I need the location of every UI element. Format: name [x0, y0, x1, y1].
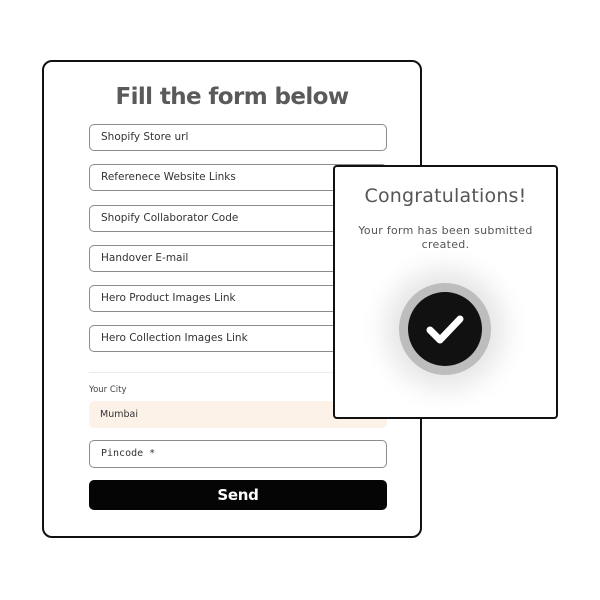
checkmark-icon: [426, 315, 464, 344]
pincode-input[interactable]: Pincode *: [89, 440, 387, 468]
shopify-store-url-input[interactable]: Shopify Store url: [89, 124, 387, 151]
success-badge: [399, 283, 491, 375]
page: Fill the form below Shopify Store url Re…: [0, 0, 600, 600]
city-label: Your City: [89, 385, 127, 395]
success-message: Your form has been submitted created.: [358, 224, 533, 251]
success-card: Congratulations! Your form has been subm…: [333, 165, 558, 419]
success-title: Congratulations!: [364, 185, 527, 207]
form-title: Fill the form below: [115, 84, 349, 110]
send-button[interactable]: Send: [89, 480, 387, 510]
